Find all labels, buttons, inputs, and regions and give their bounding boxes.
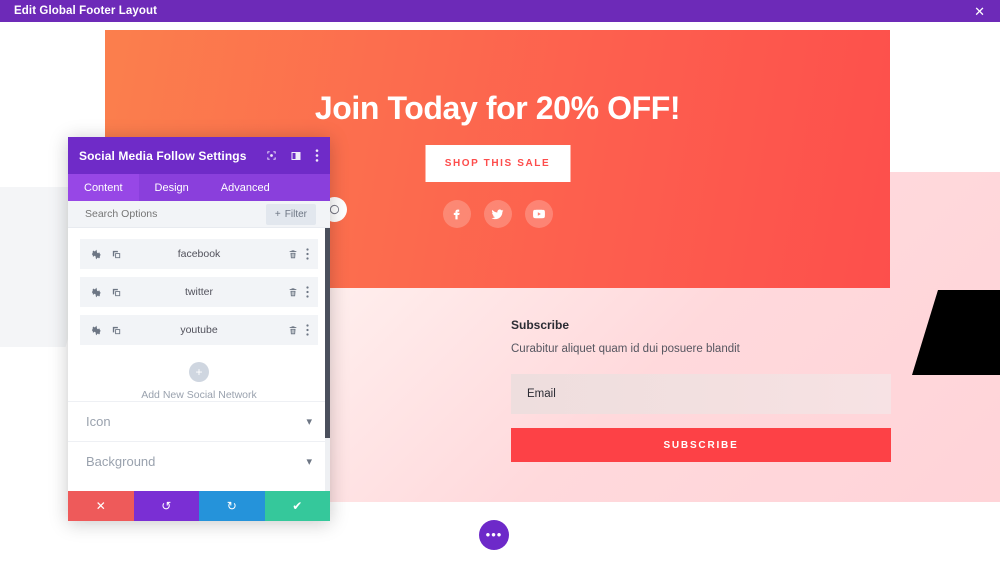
subscribe-column: Subscribe Curabitur aliquet quam id dui …: [511, 318, 891, 462]
chevron-down-icon[interactable]: ▾: [306, 455, 312, 468]
modal-body: facebook twitter youtube + Add New Socia…: [68, 228, 330, 491]
search-row: + Filter: [68, 201, 330, 228]
focus-icon[interactable]: [266, 150, 277, 161]
gear-icon[interactable]: [91, 249, 102, 260]
row-right-icons: [288, 248, 309, 260]
vertical-dots-icon[interactable]: [306, 324, 309, 336]
section-background-label: Background: [86, 454, 156, 469]
filter-button-label: Filter: [284, 209, 307, 220]
subscribe-button[interactable]: SUBSCRIBE: [511, 428, 891, 462]
redo-button[interactable]: ↻: [199, 491, 265, 521]
modal-header-icons: [266, 149, 319, 162]
modal-header: Social Media Follow Settings: [68, 137, 330, 174]
modal-title: Social Media Follow Settings: [79, 148, 247, 163]
modal-tabs: Content Design Advanced: [68, 174, 330, 201]
panel-layout-icon[interactable]: [290, 150, 302, 162]
vertical-dots-icon[interactable]: [306, 248, 309, 260]
search-input[interactable]: [85, 208, 255, 220]
section-icon[interactable]: Icon ▾: [68, 401, 330, 441]
cancel-button[interactable]: ✕: [68, 491, 134, 521]
tab-design[interactable]: Design: [139, 174, 205, 201]
gear-icon[interactable]: [91, 325, 102, 336]
plus-icon: +: [274, 209, 281, 220]
screen-root: Edit Global Footer Layout ✕ Join Today f…: [0, 0, 1000, 563]
subscribe-heading: Subscribe: [511, 318, 570, 332]
undo-button[interactable]: ↺: [133, 491, 199, 521]
add-new-social-network[interactable]: + Add New Social Network: [80, 353, 318, 401]
tab-content[interactable]: Content: [68, 174, 139, 201]
save-button[interactable]: ✔: [264, 491, 330, 521]
close-icon[interactable]: ✕: [974, 5, 985, 18]
email-field[interactable]: Email: [511, 374, 891, 414]
filter-button[interactable]: + Filter: [265, 204, 316, 225]
tab-advanced[interactable]: Advanced: [205, 174, 286, 201]
shop-this-sale-button[interactable]: SHOP THIS SALE: [425, 145, 570, 182]
chevron-down-icon[interactable]: ▾: [306, 415, 312, 428]
youtube-icon[interactable]: [524, 200, 553, 228]
plus-icon[interactable]: +: [189, 362, 209, 382]
section-icon-label: Icon: [86, 414, 111, 429]
add-module-button[interactable]: •••: [479, 520, 509, 550]
table-row[interactable]: facebook: [80, 239, 318, 269]
hero-social-list: [442, 200, 553, 228]
gear-icon[interactable]: [91, 287, 102, 298]
social-network-list: facebook twitter youtube + Add New Socia…: [68, 228, 330, 401]
social-media-follow-settings-modal: Social Media Follow Settings Content Des…: [68, 137, 330, 521]
duplicate-icon[interactable]: [111, 249, 122, 260]
facebook-icon[interactable]: [442, 200, 471, 228]
row-left-icons: [91, 287, 122, 298]
duplicate-icon[interactable]: [111, 325, 122, 336]
trash-icon[interactable]: [288, 287, 298, 298]
row-left-icons: [91, 249, 122, 260]
row-left-icons: [91, 325, 122, 336]
table-row[interactable]: youtube: [80, 315, 318, 345]
table-row[interactable]: twitter: [80, 277, 318, 307]
add-new-social-network-label[interactable]: Add New Social Network: [80, 389, 318, 401]
vertical-dots-icon[interactable]: [315, 149, 319, 162]
row-right-icons: [288, 286, 309, 298]
subscribe-description: Curabitur aliquet quam id dui posuere bl…: [511, 343, 740, 355]
section-background[interactable]: Background ▾: [68, 441, 330, 481]
vertical-dots-icon[interactable]: [306, 286, 309, 298]
hero-title: Join Today for 20% OFF!: [314, 90, 681, 126]
twitter-icon[interactable]: [483, 200, 512, 228]
trash-icon[interactable]: [288, 325, 298, 336]
admin-topbar: Edit Global Footer Layout ✕: [0, 0, 1000, 22]
modal-footer: ✕ ↺ ↻ ✔: [68, 491, 330, 521]
page-title: Edit Global Footer Layout: [14, 5, 158, 17]
row-right-icons: [288, 324, 309, 336]
duplicate-icon[interactable]: [111, 287, 122, 298]
modal-scrollbar-thumb[interactable]: [325, 228, 330, 438]
trash-icon[interactable]: [288, 249, 298, 260]
modal-scrollbar[interactable]: [325, 228, 330, 491]
